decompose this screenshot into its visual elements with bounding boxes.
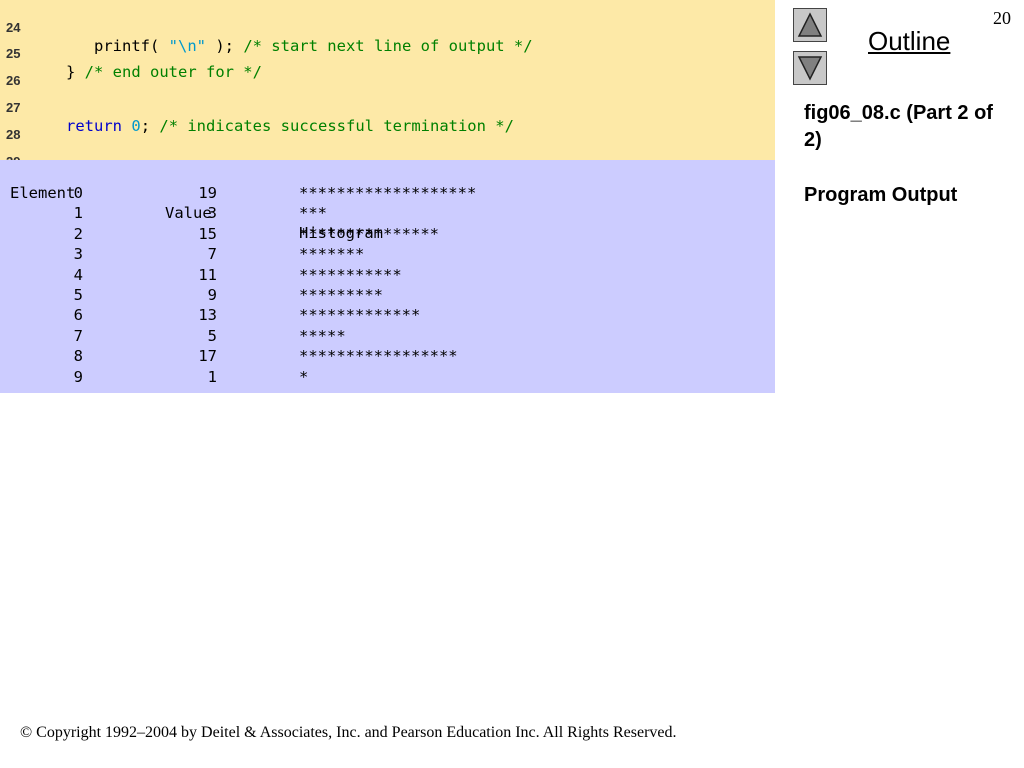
- element-cell: 5: [73, 286, 83, 304]
- element-cell: 6: [73, 306, 83, 325]
- next-slide-button[interactable]: [793, 51, 827, 85]
- program-output: Element Value Histogram 0 19 *************…: [0, 160, 775, 393]
- slide-number: 20: [993, 8, 1011, 28]
- code-line: 29 } /* end main */: [0, 135, 187, 189]
- value-cell: 19: [198, 184, 217, 202]
- histogram-cell: *************: [299, 306, 421, 325]
- element-cell: 1: [73, 204, 83, 223]
- histogram-cell: ***************: [299, 224, 439, 243]
- value-cell: 9: [207, 286, 217, 304]
- histogram-cell: ***********: [299, 265, 402, 284]
- triangle-down-icon: [797, 56, 823, 81]
- code-line: 26: [0, 54, 37, 88]
- histogram-cell: *****: [299, 326, 346, 345]
- element-cell: 0: [73, 184, 83, 202]
- element-cell: 2: [73, 224, 83, 243]
- value-cell: 15: [198, 224, 217, 243]
- histogram-cell: *******************: [299, 184, 477, 202]
- histogram-cell: *********: [299, 286, 383, 304]
- code-text: printf( "\n" ); /* start next line of ou…: [38, 37, 533, 55]
- element-cell: 4: [73, 265, 83, 284]
- value-cell: 13: [198, 306, 217, 325]
- previous-slide-button[interactable]: [793, 8, 827, 42]
- outline-link[interactable]: Outline: [868, 26, 950, 57]
- code-text: return 0; /* indicates successful termin…: [66, 117, 514, 135]
- element-cell: 8: [73, 347, 83, 366]
- code-line: 24 printf( "\n" ); /* start next line of…: [0, 1, 533, 55]
- histogram-cell: *: [299, 367, 309, 386]
- sidebar-subtitle: Program Output: [804, 184, 958, 206]
- triangle-up-icon: [797, 12, 823, 37]
- element-cell: 7: [73, 326, 83, 345]
- copyright-footer: © Copyright 1992–2004 by Deitel & Associ…: [20, 724, 677, 741]
- code-line: 28: [0, 108, 37, 142]
- sidebar-title: fig06_08.c (Part 2 of 2): [804, 102, 993, 151]
- code-listing: 24 printf( "\n" ); /* start next line of…: [0, 0, 775, 189]
- output-header-row: Element Value Histogram: [0, 163, 383, 242]
- code-line: 27 return 0; /* indicates successful ter…: [0, 81, 514, 135]
- value-cell: 1: [207, 367, 217, 386]
- value-cell: 7: [207, 245, 217, 264]
- histogram-cell: *****************: [299, 347, 458, 366]
- value-cell: 11: [198, 265, 217, 284]
- element-cell: 3: [73, 245, 83, 264]
- histogram-cell: *******: [299, 245, 365, 264]
- value-cell: 17: [198, 347, 217, 366]
- histogram-cell: ***: [299, 204, 327, 223]
- value-cell: 5: [207, 326, 217, 345]
- code-text: } /* end outer for */: [38, 63, 262, 81]
- element-cell: 9: [73, 367, 83, 386]
- code-line: 25 } /* end outer for */: [0, 27, 262, 81]
- value-cell: 3: [207, 204, 217, 223]
